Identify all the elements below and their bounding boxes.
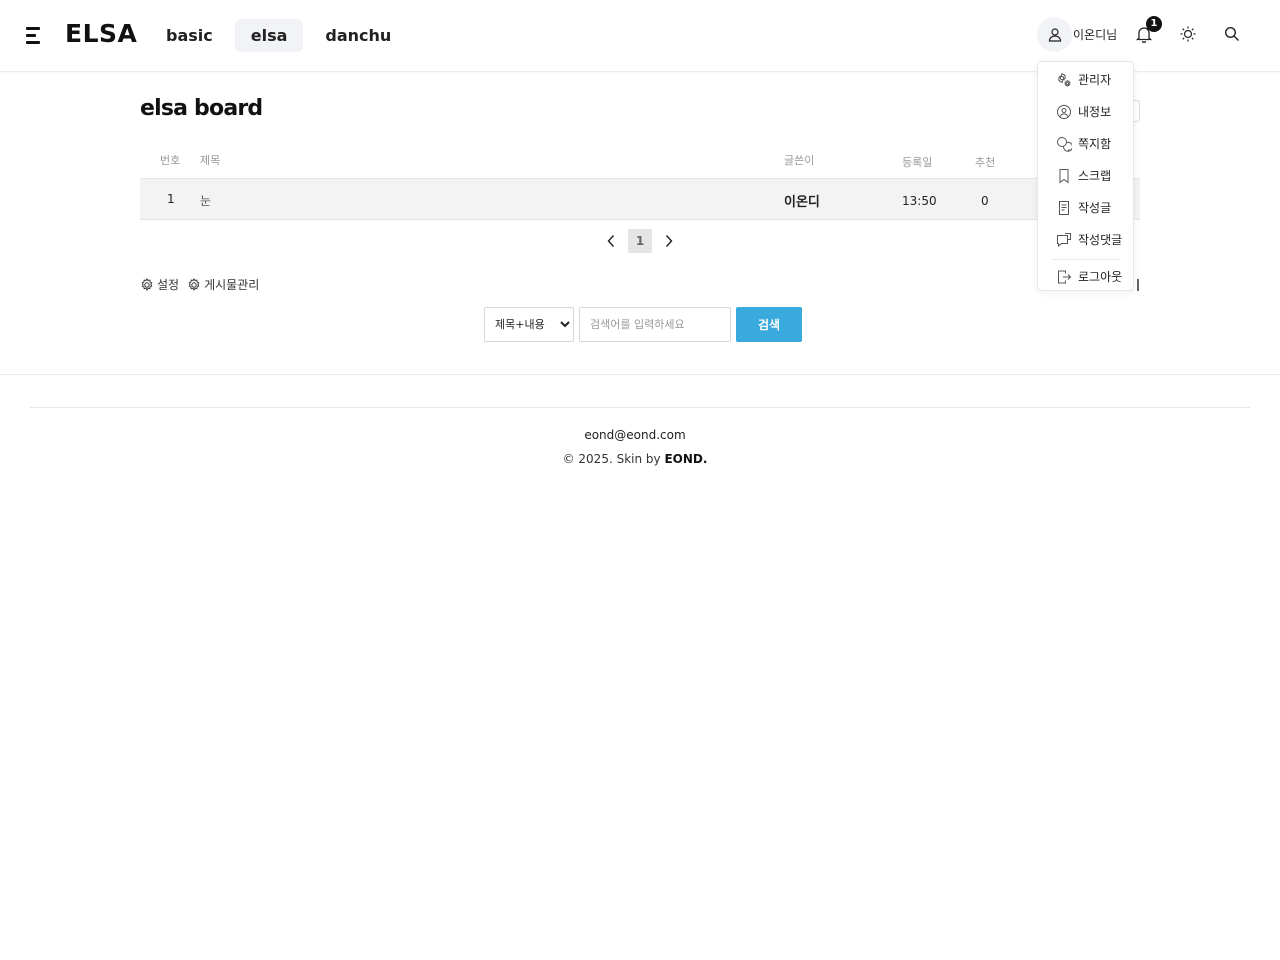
- search-type-select[interactable]: 제목+내용: [484, 307, 574, 342]
- sun-icon[interactable]: [1177, 23, 1199, 45]
- manage-posts-label: 게시물관리: [204, 278, 260, 292]
- gear-cog-icon: [1058, 72, 1071, 87]
- manage-posts-button[interactable]: 게시물관리: [187, 276, 259, 293]
- row-author[interactable]: 이온디: [784, 191, 820, 210]
- row-no: 1: [167, 192, 175, 206]
- dropdown-label-scrap: 스크랩: [1078, 169, 1112, 183]
- page-title: elsa board: [140, 96, 263, 121]
- menu-icon[interactable]: [26, 27, 40, 45]
- user-dropdown-menu: 관리자 내정보 쪽지함 스크랩 작성글 작성댓글 로그아웃: [1037, 61, 1134, 291]
- main-nav: basic elsa danchu: [150, 19, 407, 52]
- search-input[interactable]: [579, 307, 731, 342]
- row-subject[interactable]: 눈: [200, 192, 211, 209]
- copyright-brand: EOND.: [664, 452, 708, 466]
- dropdown-item-scrap[interactable]: 스크랩: [1056, 167, 1111, 184]
- row-likes: 0: [981, 194, 989, 208]
- col-date: 등록일: [902, 156, 933, 169]
- gear-icon: [188, 277, 200, 291]
- board-tools: 설정 게시물관리: [140, 276, 259, 293]
- pagination: 1: [600, 229, 680, 253]
- settings-button[interactable]: 설정: [140, 276, 179, 293]
- row-date: 13:50: [902, 194, 937, 208]
- dropdown-label-comments: 작성댓글: [1078, 233, 1123, 247]
- copyright-text: © 2025. Skin by: [562, 452, 665, 466]
- bookmark-icon: [1059, 168, 1069, 183]
- col-author: 글쓴이: [784, 154, 815, 167]
- gear-icon: [141, 277, 153, 291]
- dropdown-item-posts[interactable]: 작성글: [1056, 199, 1111, 216]
- col-likes: 추천: [975, 156, 996, 169]
- footer-divider: [0, 374, 1280, 375]
- dropdown-label-posts: 작성글: [1078, 201, 1112, 215]
- dropdown-item-myinfo[interactable]: 내정보: [1056, 103, 1111, 120]
- dropdown-label-admin: 관리자: [1078, 73, 1112, 87]
- col-subject: 제목: [200, 154, 221, 167]
- user-menu-button[interactable]: 이온디님: [1037, 17, 1117, 52]
- document-icon: [1059, 200, 1069, 215]
- col-no: 번호: [160, 154, 181, 167]
- dropdown-label-myinfo: 내정보: [1078, 105, 1112, 119]
- partially-hidden-control[interactable]: [1137, 279, 1139, 291]
- footer-copyright: © 2025. Skin by EOND.: [0, 452, 1270, 466]
- dropdown-label-logout: 로그아웃: [1078, 270, 1123, 284]
- next-page-icon[interactable]: [658, 229, 680, 253]
- user-circle-icon: [1057, 104, 1071, 119]
- dropdown-item-comments[interactable]: 작성댓글: [1056, 231, 1122, 248]
- nav-item-basic[interactable]: basic: [150, 19, 229, 52]
- nav-item-elsa[interactable]: elsa: [234, 19, 304, 52]
- notification-badge: 1: [1146, 16, 1162, 32]
- table-header: 번호 제목 글쓴이 등록일 추천: [140, 148, 1140, 178]
- dropdown-item-messages[interactable]: 쪽지함: [1056, 135, 1111, 152]
- dropdown-item-admin[interactable]: 관리자: [1056, 71, 1111, 88]
- footer-divider: [30, 407, 1250, 408]
- logout-icon: [1058, 270, 1072, 283]
- site-logo[interactable]: ELSA: [65, 19, 137, 48]
- dropdown-divider: [1052, 259, 1120, 260]
- search-form: 제목+내용 검색: [484, 307, 802, 342]
- settings-label: 설정: [157, 278, 180, 292]
- comment-icon: [1057, 232, 1071, 247]
- search-icon[interactable]: [1221, 23, 1243, 45]
- nav-item-danchu[interactable]: danchu: [309, 19, 407, 52]
- message-icon: [1057, 136, 1072, 152]
- prev-page-icon[interactable]: [600, 229, 622, 253]
- footer-email[interactable]: eond@eond.com: [0, 428, 1270, 442]
- dropdown-label-messages: 쪽지함: [1078, 137, 1112, 151]
- page-number-current[interactable]: 1: [628, 229, 652, 253]
- dropdown-item-logout[interactable]: 로그아웃: [1056, 268, 1122, 285]
- user-name: 이온디님: [1073, 28, 1118, 42]
- search-button[interactable]: 검색: [736, 307, 802, 342]
- user-icon: [1037, 17, 1072, 52]
- table-row[interactable]: 1 눈 이온디 13:50 0: [140, 178, 1140, 220]
